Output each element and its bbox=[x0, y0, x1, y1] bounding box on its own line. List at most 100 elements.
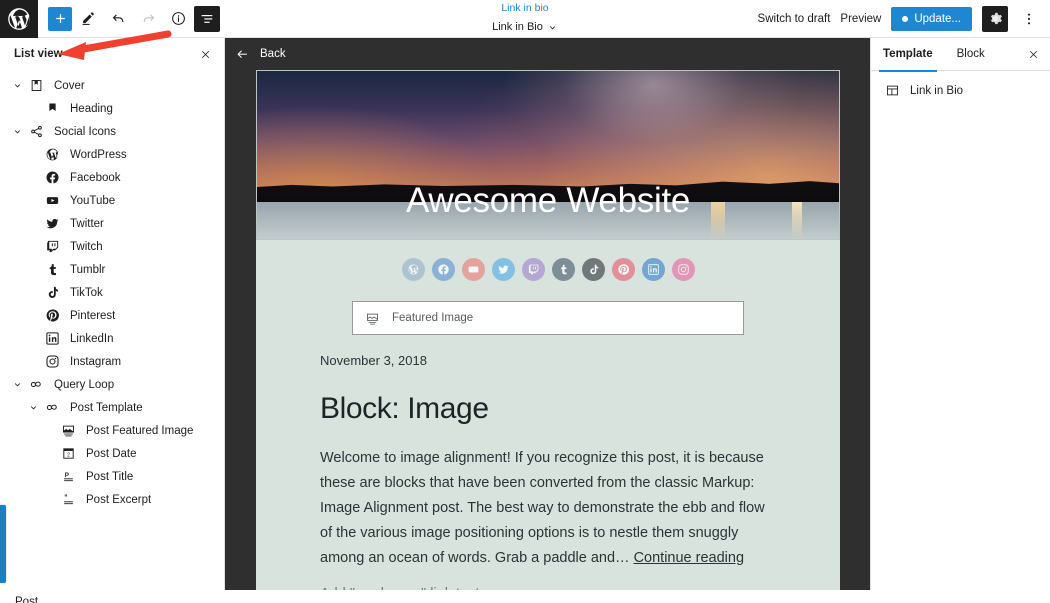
list-view-item-facebook[interactable]: Facebook bbox=[0, 166, 224, 189]
back-label: Back bbox=[260, 48, 286, 60]
list-view-item-tiktok[interactable]: TikTok bbox=[0, 281, 224, 304]
continue-reading-link[interactable]: Continue reading bbox=[634, 550, 744, 566]
social-icon-wordpress[interactable] bbox=[401, 258, 425, 281]
list-view-title: List view bbox=[14, 48, 63, 60]
chevron-down-icon[interactable] bbox=[24, 402, 42, 413]
post-featured-image-placeholder[interactable]: Featured Image bbox=[352, 301, 744, 335]
breadcrumb[interactable]: Post bbox=[0, 596, 38, 603]
social-icon-twitter[interactable] bbox=[491, 258, 515, 281]
list-view-item-twitch[interactable]: Twitch bbox=[0, 235, 224, 258]
redo-icon[interactable] bbox=[134, 5, 162, 33]
social-icon-tiktok[interactable] bbox=[581, 258, 605, 281]
list-view-item-tumblr[interactable]: Tumblr bbox=[0, 258, 224, 281]
list-view-header: List view bbox=[0, 38, 224, 70]
gear-icon[interactable] bbox=[982, 5, 1008, 32]
settings-tabs: Template Block bbox=[871, 38, 1050, 72]
social-icon-tumblr[interactable] bbox=[551, 258, 575, 281]
list-view-item-label: Query Loop bbox=[54, 378, 115, 391]
close-icon[interactable] bbox=[1027, 48, 1040, 61]
youtube-icon bbox=[42, 191, 62, 211]
list-view-item-post-featured-image[interactable]: Post Featured Image bbox=[0, 419, 224, 442]
post-title[interactable]: Block: Image bbox=[320, 392, 776, 426]
chevron-down-icon[interactable] bbox=[8, 80, 26, 91]
settings-sidebar: Template Block Link in Bio bbox=[870, 38, 1050, 590]
document-type-dropdown[interactable]: Link in Bio bbox=[492, 21, 558, 35]
social-icon-twitch[interactable] bbox=[521, 258, 545, 281]
post-excerpt-text: Welcome to image alignment! If you recog… bbox=[320, 450, 765, 566]
instagram-icon bbox=[42, 352, 62, 372]
loop-icon bbox=[26, 375, 46, 395]
list-view-item-label: Heading bbox=[70, 102, 113, 115]
preview-button[interactable]: Preview bbox=[840, 13, 881, 25]
featured-image-icon bbox=[367, 313, 378, 324]
tab-template[interactable]: Template bbox=[871, 38, 945, 72]
cover-heading[interactable]: Awesome Website bbox=[257, 181, 839, 221]
add-block-button[interactable] bbox=[48, 6, 72, 31]
wordpress-block-editor: Link in bio Link in Bio Switch to draft … bbox=[0, 0, 1050, 603]
list-view-item-post-title[interactable]: P Post Title bbox=[0, 465, 224, 488]
list-view-item-post-excerpt[interactable]: ” Post Excerpt bbox=[0, 488, 224, 511]
arrow-left-icon bbox=[237, 49, 247, 58]
chevron-down-icon[interactable] bbox=[8, 379, 26, 390]
list-view-item-label: Facebook bbox=[70, 171, 121, 184]
post-date[interactable]: November 3, 2018 bbox=[320, 353, 776, 368]
list-view-item-label: WordPress bbox=[70, 148, 127, 161]
list-view-item-cover[interactable]: Cover bbox=[0, 74, 224, 97]
list-view-item-linkedin[interactable]: LinkedIn bbox=[0, 327, 224, 350]
list-view-item-pinterest[interactable]: Pinterest bbox=[0, 304, 224, 327]
cover-block[interactable]: Awesome Website bbox=[256, 70, 840, 240]
calendar-icon: 2 bbox=[58, 444, 78, 464]
more-options-icon[interactable] bbox=[1018, 6, 1040, 32]
wordpress-icon bbox=[42, 145, 62, 165]
back-button[interactable]: Back bbox=[225, 38, 870, 70]
list-view-item-post-date[interactable]: 2 Post Date bbox=[0, 442, 224, 465]
document-link[interactable]: Link in bio bbox=[492, 2, 558, 15]
social-icon-instagram[interactable] bbox=[671, 258, 695, 281]
editor-toolbar bbox=[38, 5, 220, 33]
social-icon-facebook[interactable] bbox=[431, 258, 455, 281]
template-icon bbox=[887, 85, 898, 96]
tiktok-icon bbox=[42, 283, 62, 303]
header-actions: Switch to draft Preview Update... bbox=[758, 5, 1050, 32]
cover-icon bbox=[26, 76, 46, 96]
tab-block[interactable]: Block bbox=[945, 38, 997, 71]
info-icon[interactable] bbox=[164, 5, 192, 33]
list-view-item-label: Cover bbox=[54, 79, 85, 92]
post-template-block: November 3, 2018 Block: Image Welcome to… bbox=[256, 335, 840, 590]
close-icon[interactable] bbox=[199, 48, 212, 61]
list-view-item-youtube[interactable]: YouTube bbox=[0, 189, 224, 212]
side-tab-widget[interactable] bbox=[0, 505, 6, 583]
list-view-item-query-loop[interactable]: Query Loop bbox=[0, 373, 224, 396]
template-name: Link in Bio bbox=[910, 84, 964, 97]
social-icon-linkedin[interactable] bbox=[641, 258, 665, 281]
update-button-label: Update... bbox=[914, 12, 961, 25]
list-view-item-social-icons[interactable]: Social Icons bbox=[0, 120, 224, 143]
tools-pencil-icon[interactable] bbox=[74, 5, 102, 33]
list-view-item-wordpress[interactable]: WordPress bbox=[0, 143, 224, 166]
list-view-item-label: Post Featured Image bbox=[86, 424, 194, 437]
switch-to-draft-button[interactable]: Switch to draft bbox=[758, 13, 831, 25]
list-view-icon[interactable] bbox=[194, 5, 220, 32]
list-view-item-label: Pinterest bbox=[70, 309, 116, 322]
heading-icon bbox=[42, 99, 62, 119]
chevron-down-icon[interactable] bbox=[8, 126, 26, 137]
social-icon-youtube[interactable] bbox=[461, 258, 485, 281]
list-view-item-label: LinkedIn bbox=[70, 332, 114, 345]
list-view-item-label: Twitch bbox=[70, 240, 103, 253]
post-excerpt[interactable]: Welcome to image alignment! If you recog… bbox=[320, 446, 776, 571]
social-icon-pinterest[interactable] bbox=[611, 258, 635, 281]
list-view-item-label: Post Title bbox=[86, 470, 134, 483]
wordpress-logo-icon[interactable] bbox=[0, 0, 38, 38]
list-view-item-twitter[interactable]: Twitter bbox=[0, 212, 224, 235]
undo-icon[interactable] bbox=[104, 5, 132, 33]
template-info-row[interactable]: Link in Bio bbox=[871, 71, 1050, 110]
chevron-down-icon bbox=[549, 26, 555, 30]
pinterest-icon bbox=[42, 306, 62, 326]
loop-icon bbox=[42, 398, 62, 418]
update-button[interactable]: Update... bbox=[891, 6, 972, 31]
unsaved-changes-dot bbox=[902, 15, 909, 22]
list-view-item-heading[interactable]: Heading bbox=[0, 97, 224, 120]
list-view-item-instagram[interactable]: Instagram bbox=[0, 350, 224, 373]
share-icon bbox=[26, 122, 46, 142]
list-view-item-post-template[interactable]: Post Template bbox=[0, 396, 224, 419]
